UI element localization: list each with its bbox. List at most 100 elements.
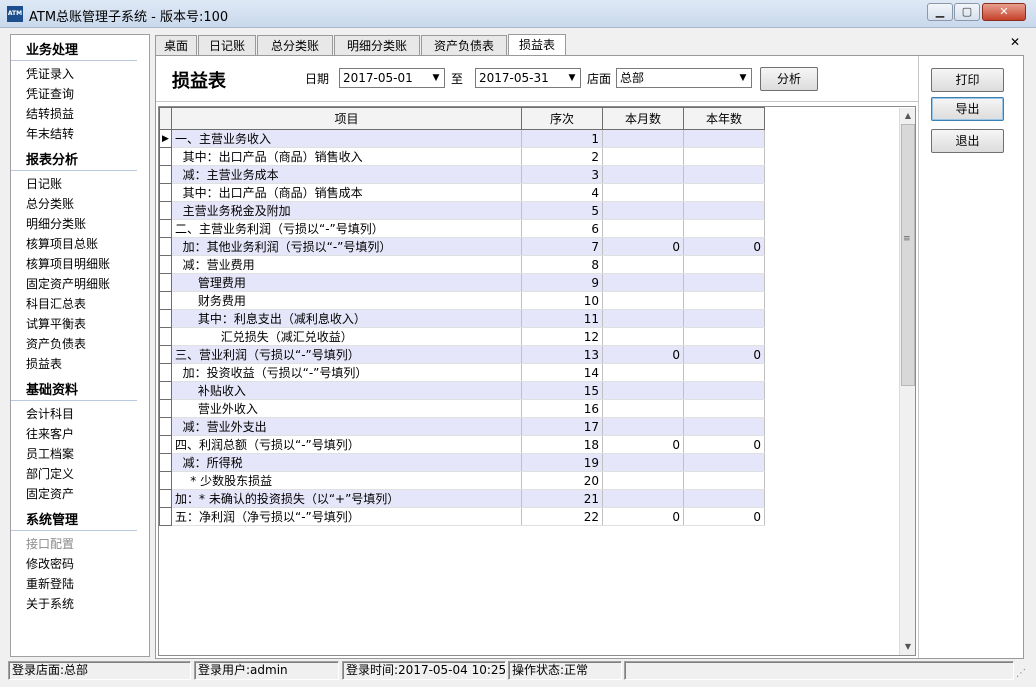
export-button[interactable]: 导出 bbox=[931, 97, 1004, 121]
cell-month[interactable] bbox=[602, 327, 684, 346]
date-from-picker[interactable]: 2017-05-01 ▼ bbox=[339, 68, 445, 88]
cell-seq[interactable]: 17 bbox=[521, 417, 603, 436]
row-indicator[interactable] bbox=[159, 489, 172, 508]
close-tab-icon[interactable]: ✕ bbox=[1008, 36, 1022, 50]
cell-item[interactable]: 加：* 未确认的投资损失（以“+”号填列） bbox=[171, 489, 522, 508]
sidebar-item[interactable]: 损益表 bbox=[11, 354, 149, 374]
cell-seq[interactable]: 16 bbox=[521, 399, 603, 418]
table-row[interactable]: 加：投资收益（亏损以“-”号填列） 14 bbox=[159, 363, 765, 382]
cell-year[interactable] bbox=[683, 219, 765, 238]
cell-seq[interactable]: 13 bbox=[521, 345, 603, 364]
cell-year[interactable]: 0 bbox=[683, 237, 765, 256]
cell-item[interactable]: 主营业务税金及附加 bbox=[171, 201, 522, 220]
row-indicator[interactable] bbox=[159, 381, 172, 400]
sidebar-item[interactable]: 年末结转 bbox=[11, 124, 149, 144]
date-to-picker[interactable]: 2017-05-31 ▼ bbox=[475, 68, 581, 88]
sidebar-item[interactable]: 资产负债表 bbox=[11, 334, 149, 354]
table-row[interactable]: 减：主营业务成本 3 bbox=[159, 165, 765, 184]
cell-month[interactable] bbox=[602, 147, 684, 166]
sidebar-item[interactable]: 明细分类账 bbox=[11, 214, 149, 234]
tab[interactable]: 桌面 bbox=[155, 35, 197, 56]
tab[interactable]: 明细分类账 bbox=[334, 35, 420, 56]
cell-month[interactable]: 0 bbox=[602, 237, 684, 256]
table-row[interactable]: 补贴收入 15 bbox=[159, 381, 765, 400]
cell-year[interactable] bbox=[683, 417, 765, 436]
table-row[interactable]: 减：所得税 19 bbox=[159, 453, 765, 472]
cell-item[interactable]: 营业外收入 bbox=[171, 399, 522, 418]
cell-month[interactable]: 0 bbox=[602, 345, 684, 364]
cell-seq[interactable]: 4 bbox=[521, 183, 603, 202]
chevron-down-icon[interactable]: ▼ bbox=[735, 69, 751, 87]
cell-year[interactable] bbox=[683, 471, 765, 490]
table-row[interactable]: 减：营业费用 8 bbox=[159, 255, 765, 274]
cell-month[interactable] bbox=[602, 399, 684, 418]
sidebar-item[interactable]: 核算项目明细账 bbox=[11, 254, 149, 274]
cell-seq[interactable]: 12 bbox=[521, 327, 603, 346]
cell-year[interactable] bbox=[683, 147, 765, 166]
cell-year[interactable] bbox=[683, 309, 765, 328]
row-indicator[interactable] bbox=[159, 399, 172, 418]
sidebar-item[interactable]: 固定资产明细账 bbox=[11, 274, 149, 294]
cell-item[interactable]: 减：所得税 bbox=[171, 453, 522, 472]
sidebar-item[interactable]: 结转损益 bbox=[11, 104, 149, 124]
cell-month[interactable] bbox=[602, 453, 684, 472]
cell-item[interactable]: 加：其他业务利润（亏损以“-”号填列） bbox=[171, 237, 522, 256]
tab[interactable]: 资产负债表 bbox=[421, 35, 507, 56]
row-indicator[interactable] bbox=[159, 453, 172, 472]
cell-item[interactable]: 其中：出口产品（商品）销售收入 bbox=[171, 147, 522, 166]
row-indicator[interactable] bbox=[159, 273, 172, 292]
cell-seq[interactable]: 2 bbox=[521, 147, 603, 166]
cell-seq[interactable]: 21 bbox=[521, 489, 603, 508]
cell-month[interactable] bbox=[602, 273, 684, 292]
cell-seq[interactable]: 6 bbox=[521, 219, 603, 238]
row-indicator[interactable] bbox=[159, 471, 172, 490]
cell-seq[interactable]: 9 bbox=[521, 273, 603, 292]
cell-month[interactable] bbox=[602, 309, 684, 328]
cell-month[interactable]: 0 bbox=[602, 507, 684, 526]
cell-month[interactable] bbox=[602, 201, 684, 220]
cell-month[interactable] bbox=[602, 417, 684, 436]
table-row[interactable]: 其中：出口产品（商品）销售收入 2 bbox=[159, 147, 765, 166]
table-row[interactable]: 三、营业利润（亏损以“-”号填列） 13 0 0 bbox=[159, 345, 765, 364]
table-row[interactable]: 减：营业外支出 17 bbox=[159, 417, 765, 436]
sidebar-item[interactable]: 重新登陆 bbox=[11, 574, 149, 594]
sidebar-item[interactable]: 往来客户 bbox=[11, 424, 149, 444]
sidebar-item[interactable]: 凭证录入 bbox=[11, 64, 149, 84]
cell-month[interactable] bbox=[602, 183, 684, 202]
row-indicator[interactable] bbox=[159, 147, 172, 166]
cell-month[interactable] bbox=[602, 165, 684, 184]
table-row[interactable]: 管理费用 9 bbox=[159, 273, 765, 292]
cell-month[interactable] bbox=[602, 381, 684, 400]
cell-year[interactable]: 0 bbox=[683, 507, 765, 526]
title-bar[interactable]: ATM ATM总账管理子系统 - 版本号:100 ▁ ▢ ✕ bbox=[0, 0, 1036, 28]
cell-month[interactable] bbox=[602, 219, 684, 238]
cell-seq[interactable]: 10 bbox=[521, 291, 603, 310]
column-header-seq[interactable]: 序次 bbox=[521, 107, 603, 130]
row-indicator[interactable] bbox=[159, 435, 172, 454]
grid-vertical-scrollbar[interactable]: ▲ ≡ ▼ bbox=[899, 108, 915, 655]
cell-seq[interactable]: 3 bbox=[521, 165, 603, 184]
row-indicator[interactable] bbox=[159, 255, 172, 274]
current-row-icon[interactable]: ▶ bbox=[159, 129, 172, 148]
cell-seq[interactable]: 7 bbox=[521, 237, 603, 256]
cell-month[interactable] bbox=[602, 129, 684, 148]
cell-year[interactable]: 0 bbox=[683, 345, 765, 364]
cell-year[interactable] bbox=[683, 381, 765, 400]
cell-item[interactable]: 三、营业利润（亏损以“-”号填列） bbox=[171, 345, 522, 364]
tab[interactable]: 日记账 bbox=[198, 35, 256, 56]
cell-item[interactable]: 补贴收入 bbox=[171, 381, 522, 400]
scroll-up-icon[interactable]: ▲ bbox=[900, 108, 916, 124]
cell-item[interactable]: * 少数股东损益 bbox=[171, 471, 522, 490]
table-row[interactable]: 加：* 未确认的投资损失（以“+”号填列） 21 bbox=[159, 489, 765, 508]
sidebar-item[interactable]: 固定资产 bbox=[11, 484, 149, 504]
close-window-button[interactable]: ✕ bbox=[982, 3, 1026, 21]
cell-item[interactable]: 四、利润总额（亏损以“-”号填列） bbox=[171, 435, 522, 454]
sidebar-item[interactable]: 日记账 bbox=[11, 174, 149, 194]
print-button[interactable]: 打印 bbox=[931, 68, 1004, 92]
store-select[interactable]: 总部 ▼ bbox=[616, 68, 752, 88]
row-indicator[interactable] bbox=[159, 219, 172, 238]
table-row[interactable]: 财务费用 10 bbox=[159, 291, 765, 310]
table-row[interactable]: 其中：利息支出（减利息收入） 11 bbox=[159, 309, 765, 328]
cell-seq[interactable]: 19 bbox=[521, 453, 603, 472]
cell-year[interactable]: 0 bbox=[683, 435, 765, 454]
